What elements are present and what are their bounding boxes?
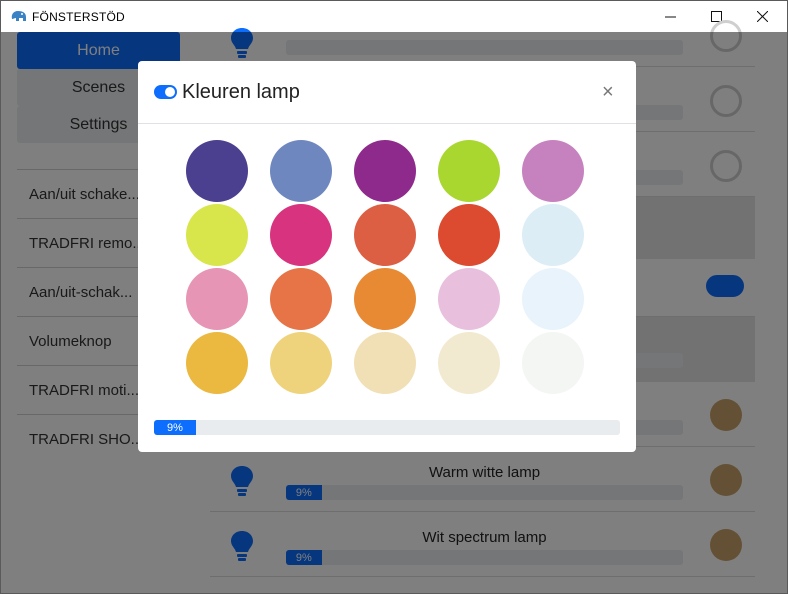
color-swatch[interactable] — [354, 204, 416, 266]
color-swatch[interactable] — [186, 204, 248, 266]
app-window: FÖNSTERSTÖD Home Scenes Settings Aan/uit… — [0, 0, 788, 594]
color-swatch[interactable] — [186, 332, 248, 394]
toggle-knob — [165, 87, 175, 97]
elephant-app-icon — [11, 11, 26, 21]
dialog-brightness-bar[interactable]: 9% — [154, 420, 620, 435]
color-swatch[interactable] — [270, 268, 332, 330]
color-swatch[interactable] — [186, 268, 248, 330]
close-icon — [756, 11, 768, 22]
color-swatch[interactable] — [522, 268, 584, 330]
color-swatch[interactable] — [270, 332, 332, 394]
dialog-title: Kleuren lamp — [182, 81, 300, 103]
color-picker-dialog: Kleuren lamp × 9% — [138, 61, 636, 452]
color-swatch[interactable] — [186, 140, 248, 202]
dialog-close-button[interactable]: × — [602, 81, 614, 103]
dialog-header: Kleuren lamp × — [138, 61, 636, 124]
color-swatch[interactable] — [438, 204, 500, 266]
color-swatch[interactable] — [438, 140, 500, 202]
lamp-power-toggle[interactable] — [154, 85, 177, 99]
color-swatch[interactable] — [270, 204, 332, 266]
color-swatch-grid — [186, 140, 588, 396]
color-swatch[interactable] — [522, 332, 584, 394]
color-swatch[interactable] — [354, 268, 416, 330]
dialog-brightness-bar-fill: 9% — [154, 420, 196, 435]
color-swatch[interactable] — [354, 332, 416, 394]
color-swatch[interactable] — [522, 140, 584, 202]
color-swatch[interactable] — [354, 140, 416, 202]
window-title: FÖNSTERSTÖD — [32, 10, 125, 24]
color-swatch[interactable] — [438, 268, 500, 330]
color-swatch[interactable] — [270, 140, 332, 202]
color-swatch[interactable] — [438, 332, 500, 394]
color-swatch[interactable] — [522, 204, 584, 266]
